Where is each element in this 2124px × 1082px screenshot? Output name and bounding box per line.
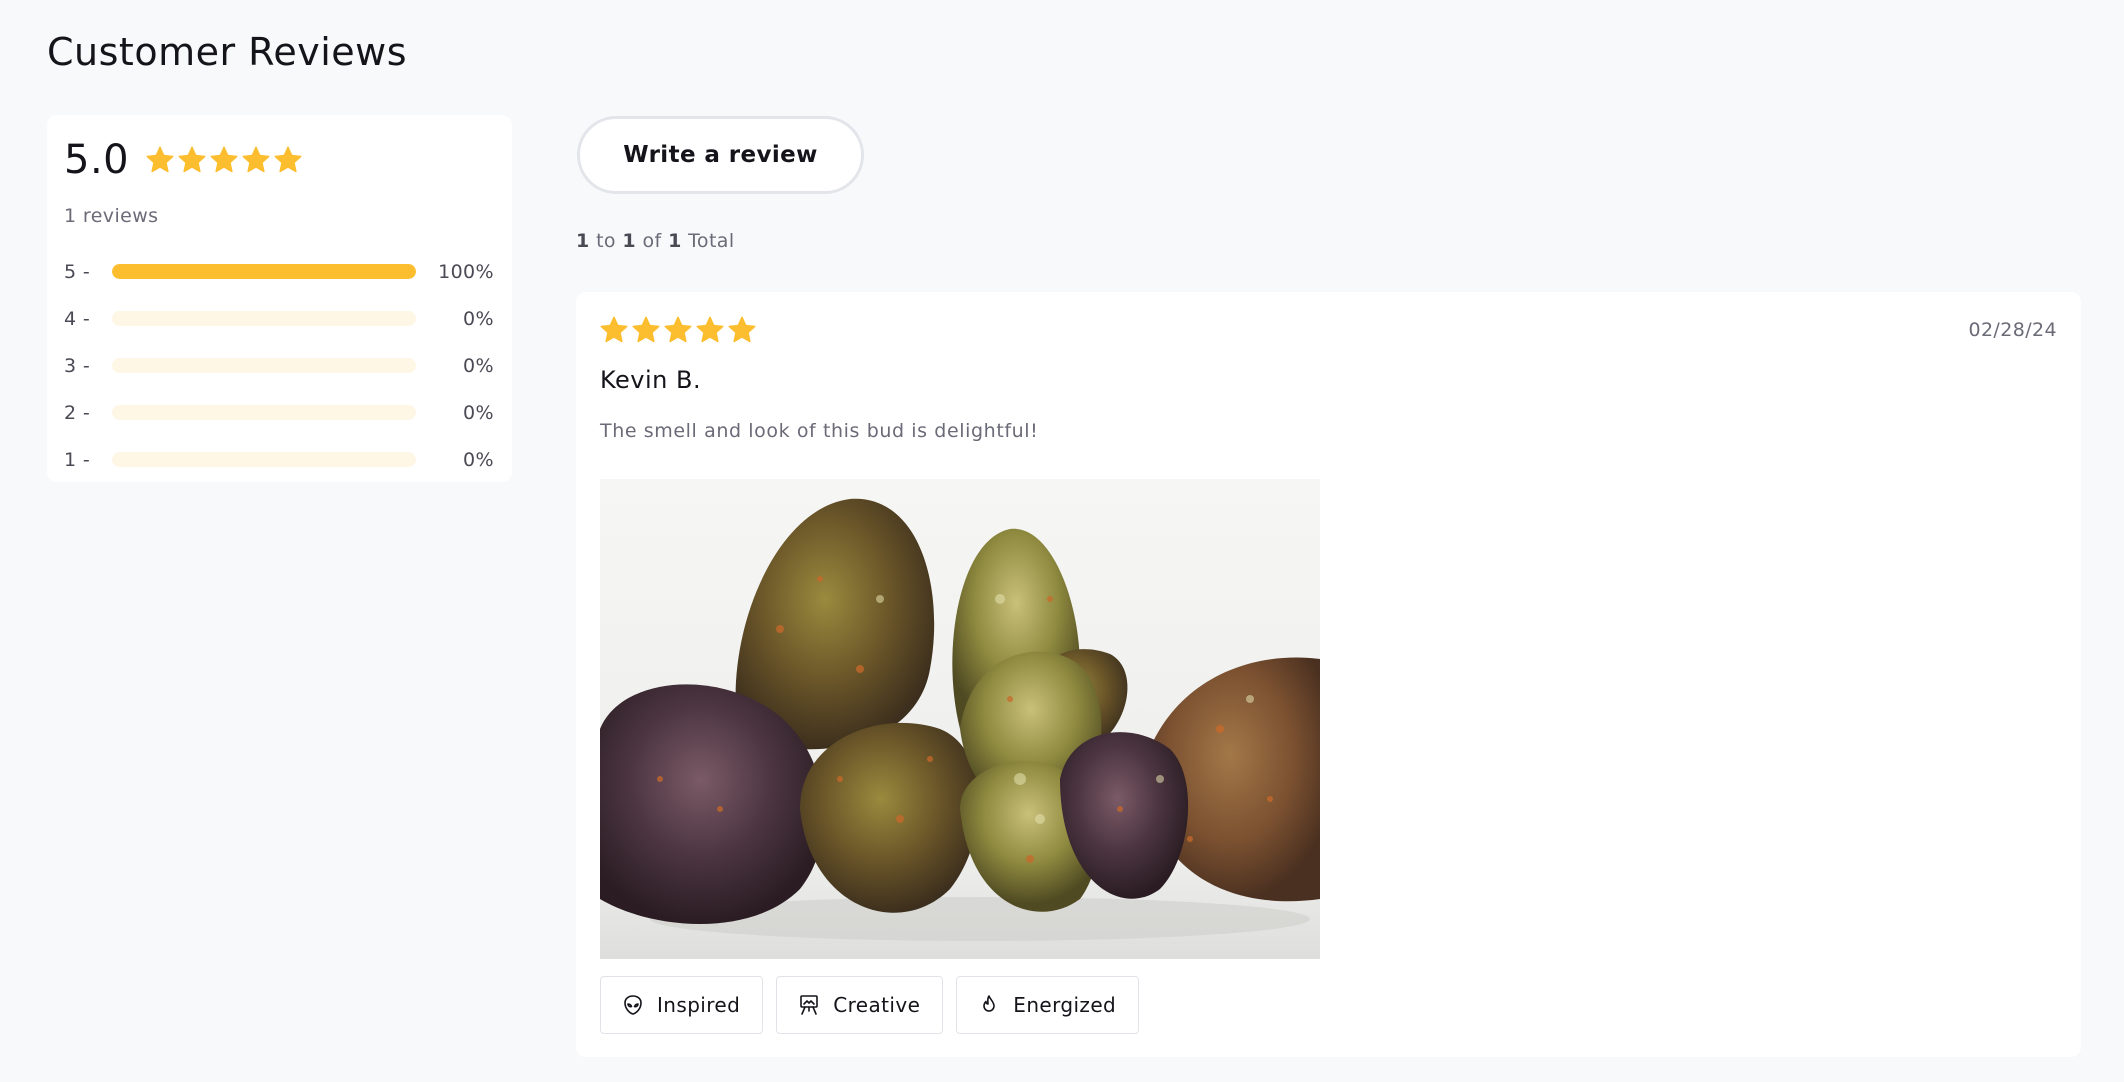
alien-head-icon bbox=[621, 993, 645, 1017]
rating-summary-card: 5.0 1 reviews 5 - 100% 4 - 0% 3 - 0% 2 -… bbox=[47, 115, 512, 482]
star-icon bbox=[631, 315, 661, 345]
page-title: Customer Reviews bbox=[47, 30, 408, 74]
review-card: 02/28/24 Kevin B. The smell and look of … bbox=[576, 292, 2081, 1057]
write-review-button[interactable]: Write a review bbox=[577, 116, 864, 194]
pagination-to: 1 bbox=[622, 230, 637, 252]
reviewer-name: Kevin B. bbox=[600, 366, 702, 394]
review-body: The smell and look of this bud is deligh… bbox=[600, 420, 1039, 442]
distribution-label: 4 - bbox=[64, 307, 91, 330]
rating-distribution: 5 - 100% 4 - 0% 3 - 0% 2 - 0% 1 - 0% bbox=[64, 248, 494, 483]
distribution-percent: 0% bbox=[463, 354, 494, 377]
star-icon bbox=[145, 145, 175, 175]
tag-label: Energized bbox=[1013, 993, 1117, 1017]
star-icon bbox=[177, 145, 207, 175]
review-date: 02/28/24 bbox=[1968, 319, 2057, 341]
star-icon bbox=[727, 315, 757, 345]
pagination-to-word: to bbox=[596, 230, 616, 252]
distribution-bar-track bbox=[112, 452, 416, 467]
distribution-percent: 0% bbox=[463, 307, 494, 330]
distribution-bar-track bbox=[112, 405, 416, 420]
pagination-of-word: of bbox=[642, 230, 662, 252]
pagination-total-word: Total bbox=[688, 230, 735, 252]
cannabis-buds-photo bbox=[600, 479, 1320, 959]
distribution-label: 2 - bbox=[64, 401, 91, 424]
distribution-bar-track bbox=[112, 358, 416, 373]
pagination-from: 1 bbox=[576, 230, 590, 252]
distribution-percent: 0% bbox=[463, 448, 494, 471]
tag-energized[interactable]: Energized bbox=[956, 976, 1140, 1034]
review-photo[interactable] bbox=[600, 479, 1320, 959]
distribution-bar-track bbox=[112, 264, 416, 279]
star-icon bbox=[273, 145, 303, 175]
average-rating-value: 5.0 bbox=[64, 137, 130, 183]
reviews-page: Customer Reviews 5.0 1 reviews 5 - 100% … bbox=[0, 0, 2124, 1082]
star-icon bbox=[695, 315, 725, 345]
review-rating-stars bbox=[599, 315, 757, 345]
average-rating-row: 5.0 bbox=[64, 137, 303, 183]
tag-creative[interactable]: Creative bbox=[776, 976, 944, 1034]
star-icon bbox=[209, 145, 239, 175]
distribution-label: 3 - bbox=[64, 354, 91, 377]
distribution-percent: 0% bbox=[463, 401, 494, 424]
distribution-percent: 100% bbox=[438, 260, 494, 283]
distribution-bar-fill bbox=[112, 264, 416, 279]
star-icon bbox=[241, 145, 271, 175]
distribution-row-5[interactable]: 5 - 100% bbox=[64, 248, 494, 295]
distribution-row-3[interactable]: 3 - 0% bbox=[64, 342, 494, 389]
distribution-row-1[interactable]: 1 - 0% bbox=[64, 436, 494, 483]
pagination-summary: 1 to 1 of 1 Total bbox=[576, 230, 735, 252]
average-rating-stars bbox=[145, 145, 303, 175]
review-tags: Inspired Creative Energized bbox=[600, 976, 1140, 1034]
distribution-label: 5 - bbox=[64, 260, 91, 283]
star-icon bbox=[663, 315, 693, 345]
distribution-bar-track bbox=[112, 311, 416, 326]
review-count: 1 reviews bbox=[64, 205, 159, 227]
tag-label: Creative bbox=[833, 993, 921, 1017]
distribution-row-2[interactable]: 2 - 0% bbox=[64, 389, 494, 436]
distribution-row-4[interactable]: 4 - 0% bbox=[64, 295, 494, 342]
flame-icon bbox=[977, 993, 1001, 1017]
tag-label: Inspired bbox=[657, 993, 741, 1017]
pagination-total: 1 bbox=[668, 230, 682, 252]
easel-icon bbox=[797, 993, 821, 1017]
tag-inspired[interactable]: Inspired bbox=[600, 976, 764, 1034]
star-icon bbox=[599, 315, 629, 345]
distribution-label: 1 - bbox=[64, 448, 91, 471]
